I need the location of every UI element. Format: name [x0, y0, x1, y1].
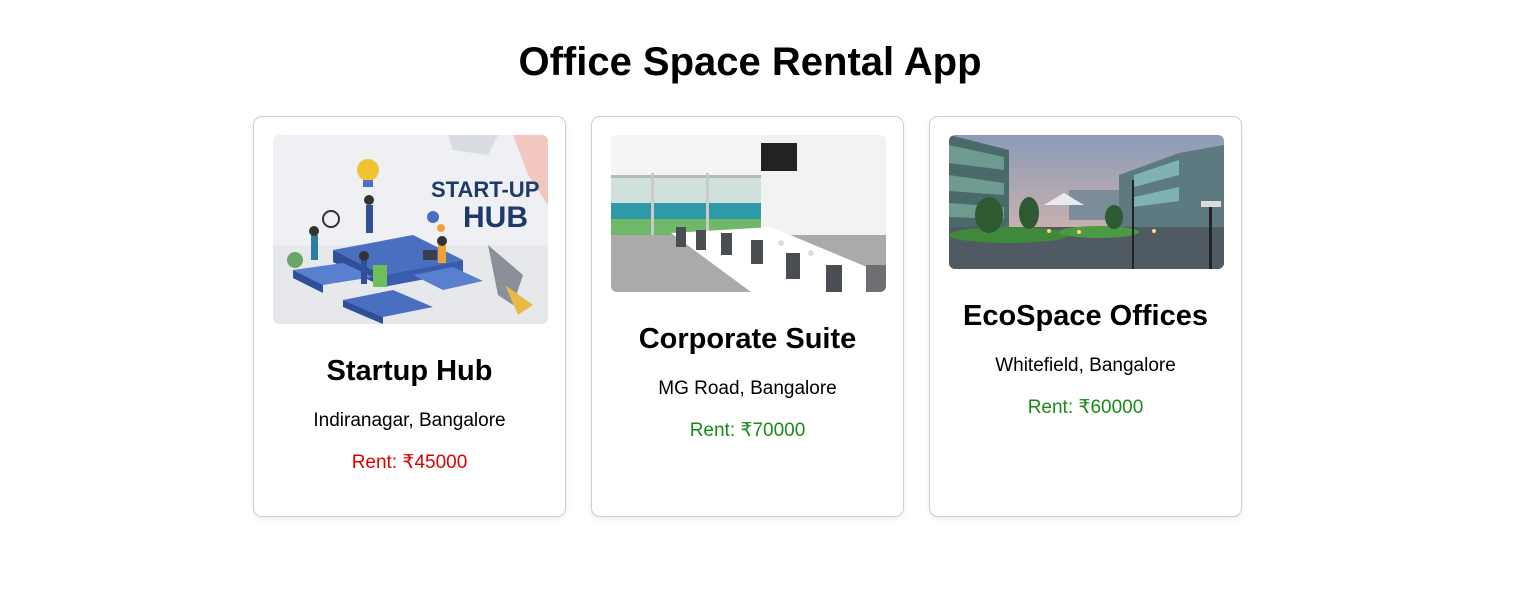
svg-text:HUB: HUB	[463, 201, 528, 234]
office-name: Startup Hub	[326, 355, 493, 387]
office-card[interactable]: Corporate Suite MG Road, Bangalore Rent:…	[591, 116, 904, 517]
office-card-list: START-UP HUB Startup Hub Indiranagar, Ba…	[253, 116, 1242, 517]
office-rent: Rent: ₹60000	[1027, 397, 1144, 418]
office-rent: Rent: ₹45000	[351, 452, 468, 473]
office-name: Corporate Suite	[638, 323, 857, 355]
office-card[interactable]: START-UP HUB Startup Hub Indiranagar, Ba…	[253, 116, 566, 517]
office-location: MG Road, Bangalore	[658, 378, 837, 399]
office-card[interactable]: EcoSpace Offices Whitefield, Bangalore R…	[929, 116, 1242, 517]
office-location: Whitefield, Bangalore	[995, 355, 1176, 376]
svg-text:START-UP: START-UP	[431, 177, 539, 202]
office-location: Indiranagar, Bangalore	[313, 410, 506, 431]
page-title: Office Space Rental App	[518, 40, 982, 84]
office-image-corporate-suite	[611, 135, 886, 292]
office-image-startup-hub: START-UP HUB	[273, 135, 548, 324]
startup-hub-illustration: START-UP HUB	[273, 135, 548, 324]
office-image-ecospace-offices	[949, 135, 1224, 269]
office-rent: Rent: ₹70000	[689, 420, 806, 441]
office-name: EcoSpace Offices	[963, 300, 1208, 332]
office-campus-photo	[949, 135, 1224, 269]
conference-room-photo	[611, 135, 886, 292]
